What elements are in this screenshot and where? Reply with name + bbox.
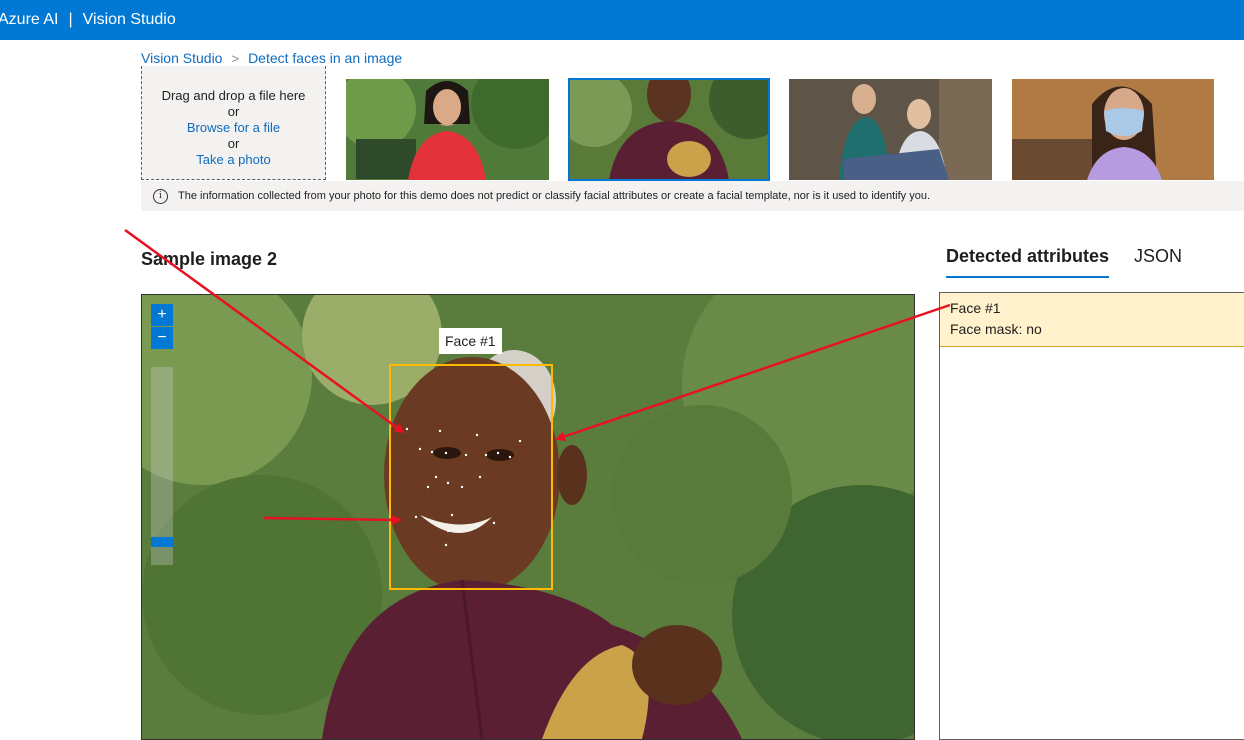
image-viewer[interactable]: + − Face #1 bbox=[141, 294, 915, 740]
sample-woman-red-dress-image bbox=[346, 79, 549, 180]
breadcrumb: Vision Studio > Detect faces in an image bbox=[141, 50, 402, 66]
or-text: or bbox=[227, 136, 240, 151]
product-name[interactable]: Vision Studio bbox=[83, 11, 176, 29]
result-tabs: Detected attributes JSON bbox=[946, 246, 1207, 278]
face-bounding-box[interactable] bbox=[389, 364, 553, 590]
drag-drop-text: Drag and drop a file here bbox=[161, 88, 306, 103]
sample-two-women-image bbox=[789, 79, 992, 180]
breadcrumb-detect-faces[interactable]: Detect faces in an image bbox=[248, 50, 402, 66]
privacy-notice: i The information collected from your ph… bbox=[141, 181, 1244, 211]
tab-detected-attributes[interactable]: Detected attributes bbox=[946, 246, 1110, 278]
sample-image-2-thumbnail[interactable] bbox=[568, 78, 770, 181]
zoom-slider-handle[interactable] bbox=[151, 537, 173, 547]
brand-name[interactable]: Azure AI bbox=[0, 11, 58, 29]
info-icon: i bbox=[153, 188, 168, 204]
sample-image-3-thumbnail[interactable] bbox=[789, 79, 992, 180]
top-nav-bar: Azure AI | Vision Studio bbox=[0, 0, 1244, 40]
header-separator: | bbox=[68, 11, 73, 28]
take-photo-link[interactable]: Take a photo bbox=[142, 152, 325, 168]
sample-woman-face-mask-image bbox=[1012, 79, 1214, 180]
face-name: Face #1 bbox=[950, 300, 1001, 316]
sample-image-4-thumbnail[interactable] bbox=[1012, 79, 1214, 180]
face-label: Face #1 bbox=[439, 328, 502, 354]
privacy-notice-text: The information collected from your phot… bbox=[178, 190, 931, 202]
file-drop-zone[interactable]: Drag and drop a file here or Browse for … bbox=[141, 66, 326, 180]
zoom-slider[interactable] bbox=[151, 367, 173, 565]
zoom-in-button[interactable]: + bbox=[151, 304, 173, 326]
detected-attributes-panel: Face #1 Face mask: no bbox=[939, 292, 1244, 740]
chevron-right-icon: > bbox=[231, 50, 240, 66]
zoom-out-button[interactable]: − bbox=[151, 327, 173, 349]
page-title: Sample image 2 bbox=[141, 249, 278, 269]
sample-man-smiling-image bbox=[569, 79, 769, 180]
browse-file-link[interactable]: Browse for a file bbox=[142, 120, 325, 136]
breadcrumb-vision-studio[interactable]: Vision Studio bbox=[141, 50, 222, 66]
face-mask-attribute: Face mask: no bbox=[950, 321, 1042, 337]
tab-json[interactable]: JSON bbox=[1134, 246, 1182, 278]
face-attribute-item[interactable]: Face #1 Face mask: no bbox=[940, 293, 1244, 347]
or-text: or bbox=[227, 104, 240, 119]
sample-image-1-thumbnail[interactable] bbox=[346, 79, 549, 180]
